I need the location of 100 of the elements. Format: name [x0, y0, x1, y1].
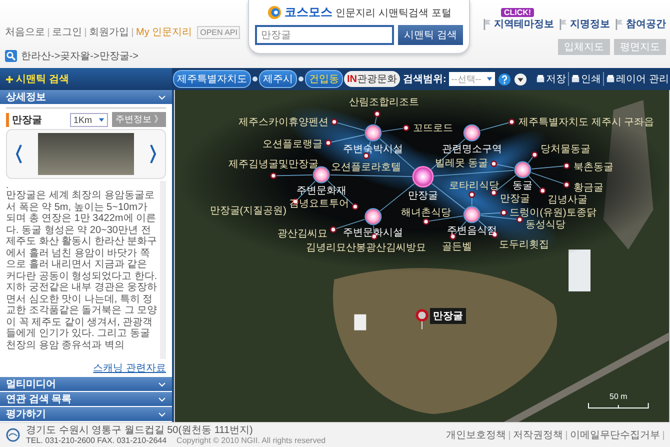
place-label[interactable]: 꼬뜨로드 [413, 122, 454, 134]
place-dot[interactable] [292, 198, 299, 205]
category-node[interactable] [364, 124, 382, 142]
chevron-icon [158, 396, 166, 402]
map-tool-link[interactable]: 저장 [536, 72, 566, 86]
chevron-icon [158, 382, 166, 386]
place-label[interactable]: 광산김씨묘 [277, 228, 328, 240]
place-label[interactable]: 동성식당 [526, 220, 566, 231]
region-tab[interactable]: 제주시 [259, 70, 297, 88]
place-dot[interactable] [490, 160, 498, 168]
section-header[interactable]: 연관 검색 목록 [0, 392, 172, 407]
place-label[interactable]: 산림조합리조트 [349, 96, 420, 108]
place-dot[interactable] [508, 118, 516, 126]
top-link[interactable]: 회원가입 [89, 28, 133, 37]
link-line [531, 166, 564, 170]
place-label[interactable]: 김녕요트투어 [289, 198, 350, 210]
place-dot[interactable] [325, 140, 332, 146]
region-tab[interactable]: 건입동 [305, 70, 343, 88]
place-label[interactable]: 김녕사굴 [548, 194, 588, 206]
search-icon [5, 50, 17, 62]
logo-icon [266, 5, 282, 20]
category-label[interactable]: 동굴 [512, 180, 533, 192]
place-dot[interactable] [330, 118, 338, 126]
chevron-icon [158, 412, 166, 416]
place-label[interactable]: 드렁이(유원)토종닭 [510, 208, 596, 219]
separator-icon [298, 76, 304, 82]
place-label[interactable]: 당처물동굴 [540, 144, 591, 155]
separator-icon [252, 76, 258, 82]
place-dot[interactable] [402, 124, 410, 132]
category-node[interactable] [463, 206, 480, 224]
place-label[interactable]: 만장굴(지질공원) [210, 206, 286, 217]
category-label[interactable]: 주변문화시설 [343, 228, 404, 239]
place-label[interactable]: 만장굴 [500, 194, 530, 205]
footer-contact: TEL. 031-210-2600 FAX. 031-210-2644 [26, 436, 167, 446]
plus-icon [6, 76, 13, 82]
top-link[interactable]: 처음으로 [5, 28, 49, 37]
place-dot[interactable] [531, 152, 538, 158]
region-tab[interactable]: 제주특별자치도 [173, 70, 251, 88]
help-icon[interactable] [498, 72, 512, 86]
place-dot[interactable] [516, 216, 523, 223]
place-label[interactable]: 로타리식당 [448, 180, 499, 192]
place-label[interactable]: 도두리횟집 [498, 240, 549, 251]
place-dot[interactable] [352, 203, 358, 210]
logo-name: 코스모스 [284, 4, 333, 21]
footer-link[interactable]: 이메일무단수집거부 [570, 430, 664, 440]
nav-link[interactable]: 지역테마정보 [481, 17, 554, 31]
flag-icon [481, 18, 492, 30]
panel-title: 시맨틱 검색 [16, 73, 69, 86]
caret-icon [486, 76, 494, 82]
category-node[interactable] [463, 124, 480, 142]
map-tool-link[interactable]: 인쇄 [568, 72, 602, 86]
place-dot[interactable] [490, 189, 498, 196]
footer-copyright: Copyright © 2010 NGII. All rights reserved [176, 436, 326, 446]
caret-icon [98, 116, 106, 122]
search-field[interactable]: 만장굴 [255, 25, 394, 45]
link-line [374, 116, 377, 124]
category-label[interactable]: 주변숙박시설 [343, 144, 404, 155]
section-header[interactable]: 멀티미디어 [0, 377, 172, 392]
footer-link[interactable]: 저작권정책 [513, 430, 567, 440]
document-icon [571, 74, 580, 84]
section-header[interactable]: 상세정보 [0, 90, 172, 105]
place-label[interactable]: 김녕리묘산봉광산김씨방묘 [306, 242, 426, 254]
place-dot[interactable] [539, 187, 546, 194]
section-header[interactable]: 평가하기 [0, 407, 172, 422]
category-node[interactable] [364, 208, 382, 226]
place-label[interactable]: 오션플로랭글 [262, 138, 322, 150]
place-dot[interactable] [563, 181, 570, 188]
click-badge: CLICK! [500, 8, 534, 17]
place-dot[interactable] [500, 209, 508, 216]
scope-label: 검색범위: [403, 73, 446, 86]
place-dot[interactable] [563, 162, 570, 170]
place-dot[interactable] [422, 218, 430, 225]
semantic-search-button[interactable]: 시맨틱 검색 [398, 25, 463, 45]
place-label[interactable]: 해녀촌식당 [401, 208, 451, 219]
place-label[interactable]: 골든벨 [442, 242, 472, 253]
link-line [528, 156, 534, 164]
place-dot[interactable] [468, 191, 476, 198]
nav-link[interactable]: 참여공간 [613, 17, 666, 31]
map-tool-link[interactable]: 레이어 관리 [603, 72, 669, 86]
place-dot[interactable] [374, 110, 380, 118]
theme-badge[interactable]: IN관광문화 [344, 71, 400, 87]
category-node[interactable] [514, 161, 532, 178]
link-line [480, 122, 510, 131]
footer-link[interactable]: 개인보호정책 [446, 430, 510, 440]
place-label[interactable]: 제주스카이휴양펜션 [238, 116, 328, 128]
place-label[interactable]: 오션플로라호텔 [331, 162, 402, 173]
place-label[interactable]: 황금굴 [574, 182, 604, 194]
dropdown-icon[interactable] [514, 72, 528, 86]
marker-label: 만장굴 [430, 308, 466, 324]
breadcrumb: 한라산->곶자왈->만장굴-> [21, 50, 139, 63]
place-dot[interactable] [362, 152, 370, 160]
place-dot[interactable] [270, 172, 277, 180]
place-label[interactable]: 제주김녕굴및만장굴 [228, 158, 318, 170]
place-label[interactable]: 북촌동굴 [574, 162, 614, 173]
related-link[interactable]: 스캐닝 관련자료 [93, 361, 166, 375]
nav-link[interactable]: 지명정보 [557, 17, 610, 31]
radius-select[interactable]: 1Km [70, 112, 108, 126]
place-label[interactable]: 제주특별자치도 제주시 구좌읍 [518, 116, 654, 128]
top-link[interactable]: 로그인 [52, 28, 86, 37]
place-dot[interactable] [330, 226, 337, 233]
